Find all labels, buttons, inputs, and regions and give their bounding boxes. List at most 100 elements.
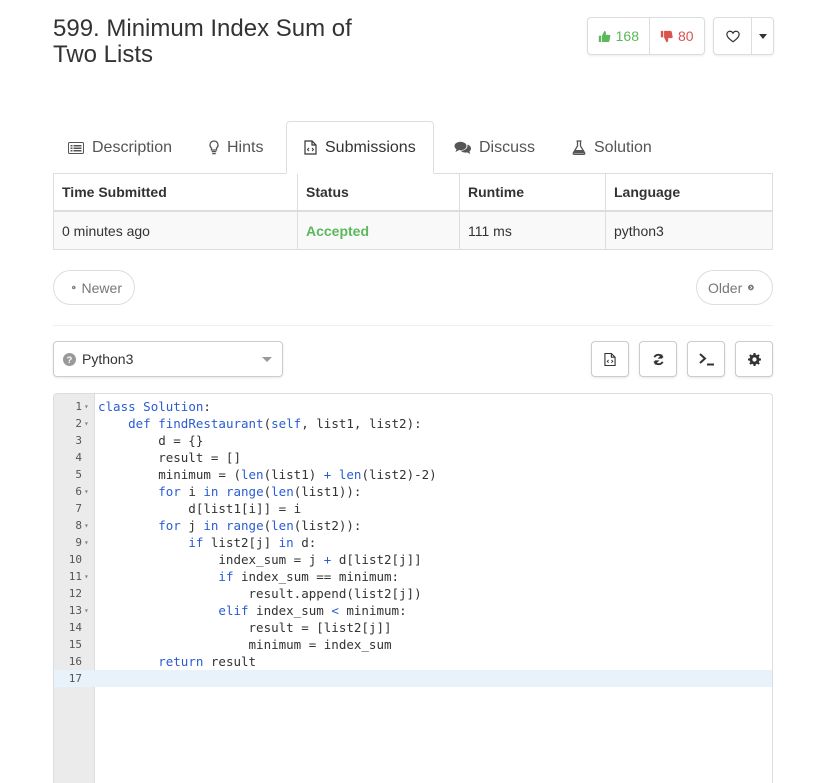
code-text: d[list1[i]] = i [98, 501, 302, 516]
code-line[interactable]: 16 return result [54, 653, 772, 670]
line-number: 17 [68, 672, 82, 685]
favorite-dropdown-button[interactable] [752, 18, 773, 54]
line-number: 4 [75, 451, 82, 464]
code-line[interactable]: 15 minimum = index_sum [54, 636, 772, 653]
problem-tabs: Description Hints Submissions Discuss So… [53, 121, 773, 174]
code-line[interactable]: 11 ▾ if index_sum == minimum: [54, 568, 772, 585]
code-line[interactable]: 8 ▾ for j in range(len(list2)): [54, 517, 772, 534]
selected-language: Python3 [82, 351, 134, 367]
tab-label: Discuss [479, 138, 536, 156]
code-file-icon [604, 352, 616, 366]
fold-arrow-icon[interactable]: ▾ [84, 534, 89, 551]
line-number: 15 [68, 638, 82, 651]
downvote-button[interactable]: 80 [650, 18, 704, 54]
tab-discuss[interactable]: Discuss [454, 121, 535, 174]
thumbs-down-icon [660, 30, 673, 42]
svg-text:?: ? [67, 354, 73, 364]
column-header: Language [614, 184, 681, 200]
code-line[interactable]: 4 result = [] [54, 449, 772, 466]
question-circle-icon: ? [63, 352, 76, 366]
code-text: result.append(list2[j]) [98, 586, 422, 601]
caret-down-icon [262, 357, 272, 362]
terminal-icon [698, 352, 714, 365]
reset-code-button[interactable] [639, 341, 677, 377]
code-line[interactable]: 1 ▾ class Solution: [54, 398, 772, 415]
code-text: for j in range(len(list2)): [158, 518, 362, 533]
list-icon [68, 141, 84, 154]
thumbs-up-icon [598, 30, 611, 42]
code-editor[interactable]: 1 ▾ class Solution: 2 ▾ def findRestaurant(s… [53, 393, 773, 783]
code-line[interactable]: 5 minimum = (len(list1) + len(list2)-2) [54, 466, 772, 483]
older-button[interactable]: Older [696, 270, 773, 305]
code-file-icon [304, 140, 317, 155]
line-number: 13 [68, 604, 82, 617]
language-cell: python3 [614, 222, 664, 239]
code-line[interactable]: 12 result.append(list2[j]) [54, 585, 772, 602]
code-line[interactable]: 14 result = [list2[j]] [54, 619, 772, 636]
code-text: elif index_sum < minimum: [218, 603, 407, 618]
code-text: minimum = (len(list1) + len(list2)-2) [98, 467, 437, 482]
vote-group: 168 80 [587, 17, 705, 55]
code-text: result = [] [98, 450, 241, 465]
chevron-right-circle-icon [748, 284, 754, 291]
code-text: return result [158, 654, 257, 669]
status-accepted-link[interactable]: Accepted [306, 223, 369, 239]
favorite-group [713, 17, 774, 55]
line-number: 8 [75, 519, 82, 532]
code-text: index_sum = j + d[list2[j]] [98, 552, 422, 567]
fold-arrow-icon[interactable]: ▾ [84, 415, 89, 432]
console-button[interactable] [687, 341, 725, 377]
fold-arrow-icon[interactable]: ▾ [84, 602, 89, 619]
newer-label: Newer [81, 279, 122, 296]
settings-button[interactable] [735, 341, 773, 377]
tab-submissions[interactable]: Submissions [286, 121, 434, 174]
code-line[interactable]: 7 d[list1[i]] = i [54, 500, 772, 517]
tab-hints[interactable]: Hints [209, 121, 263, 174]
fold-arrow-icon[interactable]: ▾ [84, 517, 89, 534]
tab-description[interactable]: Description [68, 121, 172, 174]
line-number: 16 [68, 655, 82, 668]
heart-icon [725, 30, 740, 42]
line-number: 5 [75, 468, 82, 481]
upvote-count: 168 [615, 28, 639, 44]
code-text: for i in range(len(list1)): [158, 484, 362, 499]
status-cell: Accepted [298, 212, 460, 249]
code-line[interactable]: 10 index_sum = j + d[list2[j]] [54, 551, 772, 568]
caret-down-icon [758, 33, 767, 39]
code-line[interactable]: 6 ▾ for i in range(len(list1)): [54, 483, 772, 500]
tab-label: Solution [594, 138, 652, 156]
tab-solution[interactable]: Solution [572, 121, 652, 174]
line-number: 6 [75, 485, 82, 498]
runtime-cell: 111 ms [460, 212, 606, 249]
language-select[interactable]: ? Python3 [53, 341, 283, 377]
tab-label: Submissions [325, 138, 416, 156]
newer-button[interactable]: Newer [53, 270, 135, 305]
line-number: 1 [75, 400, 82, 413]
line-number: 2 [75, 417, 82, 430]
code-line[interactable]: 2 ▾ def findRestaurant(self, list1, list2… [54, 415, 772, 432]
older-label: Older [708, 279, 743, 296]
column-header: Time Submitted [54, 174, 298, 210]
line-number: 7 [75, 502, 82, 515]
code-text: class Solution: [98, 399, 211, 414]
line-number: 9 [75, 536, 82, 549]
code-line[interactable]: 3 d = {} [54, 432, 772, 449]
code-text: result = [list2[j]] [98, 620, 392, 635]
code-line[interactable]: 9 ▾ if list2[j] in d: [54, 534, 772, 551]
line-number: 14 [68, 621, 82, 634]
section-divider [53, 325, 773, 326]
code-file-button[interactable] [591, 341, 629, 377]
favorite-button[interactable] [714, 18, 752, 54]
fold-arrow-icon[interactable]: ▾ [84, 483, 89, 500]
column-header: Status [298, 174, 460, 210]
code-line[interactable]: 13 ▾ elif index_sum < minimum: [54, 602, 772, 619]
flask-icon [572, 140, 586, 155]
code-text: d = {} [98, 433, 204, 448]
fold-arrow-icon[interactable]: ▾ [84, 568, 89, 585]
code-text: if index_sum == minimum: [218, 569, 400, 584]
lightbulb-icon [209, 140, 219, 155]
code-line[interactable]: 17 [54, 670, 772, 687]
upvote-button[interactable]: 168 [588, 18, 650, 54]
fold-arrow-icon[interactable]: ▾ [84, 398, 89, 415]
tab-label: Description [92, 138, 173, 156]
